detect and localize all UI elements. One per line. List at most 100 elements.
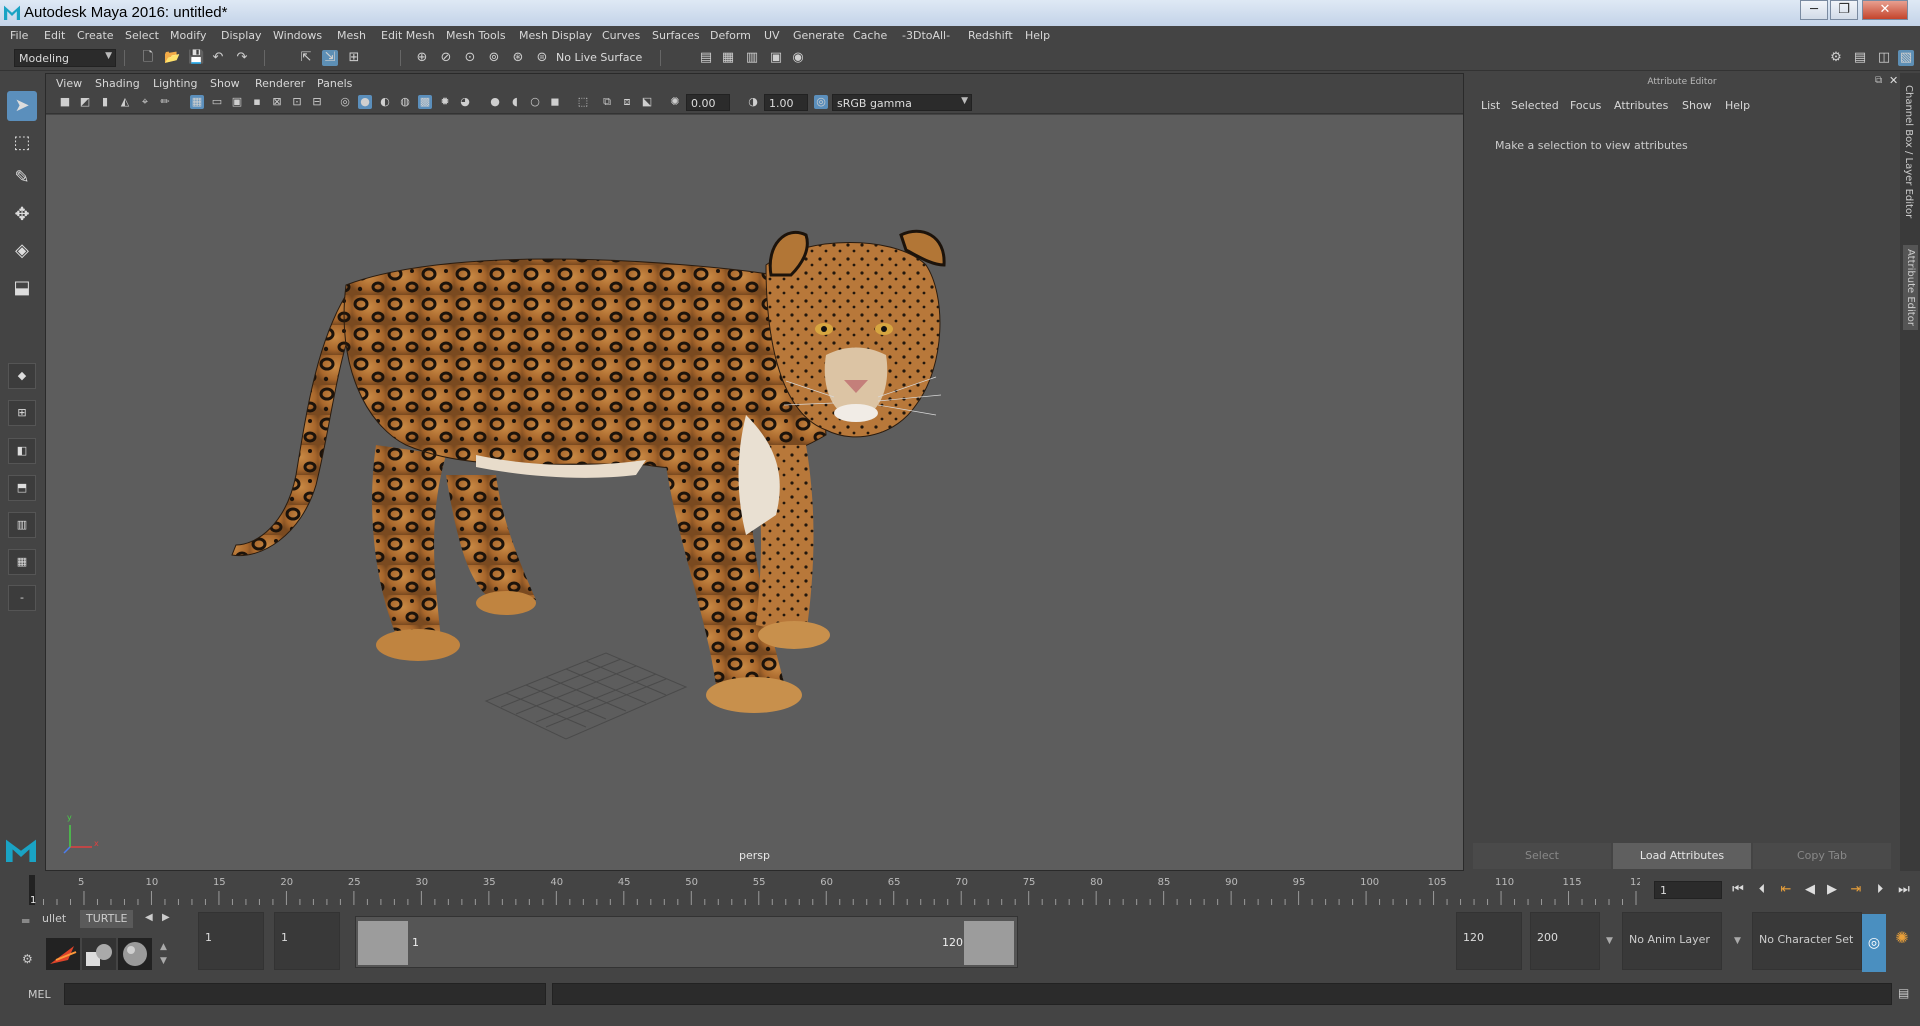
attr-menu-attributes[interactable]: Attributes — [1614, 99, 1668, 112]
attr-menu-list[interactable]: List — [1481, 99, 1500, 112]
menu-windows[interactable]: Windows — [273, 29, 322, 42]
tool-settings-icon[interactable]: ◫ — [1876, 50, 1892, 66]
backface-culling-icon[interactable]: ⬕ — [640, 95, 654, 109]
channel-box-toggle-icon[interactable]: ▧ — [1898, 50, 1914, 66]
select-hierarchy-icon[interactable]: ⇱ — [298, 50, 314, 66]
auto-key-icon[interactable]: ◎ — [1862, 914, 1886, 972]
menu-deform[interactable]: Deform — [710, 29, 751, 42]
ambient-occlusion-icon[interactable]: ● — [488, 95, 502, 109]
panel-menu-show[interactable]: Show — [210, 77, 240, 90]
panel-menu-panels[interactable]: Panels — [317, 77, 352, 90]
float-panel-icon[interactable]: ⧉ — [1875, 75, 1882, 86]
modeling-toolkit-icon[interactable]: ⚙ — [1828, 50, 1844, 66]
depth-of-field-icon[interactable]: ◼ — [548, 95, 562, 109]
gate-mask-icon[interactable]: ▪ — [250, 95, 264, 109]
panel-menu-lighting[interactable]: Lighting — [153, 77, 197, 90]
undo-icon[interactable]: ↶ — [210, 50, 226, 66]
xray-icon[interactable]: ◍ — [398, 95, 412, 109]
multisample-aa-icon[interactable]: ○ — [528, 95, 542, 109]
time-slider[interactable]: 5 10 15 20 25 30 35 40 45 50 55 60 65 70 75 80 85 90 95 100… — [28, 873, 1640, 905]
chevron-down-icon[interactable]: ▼ — [1734, 936, 1741, 946]
attr-menu-selected[interactable]: Selected — [1511, 99, 1559, 112]
paint-select-tool-icon[interactable]: ✎ — [7, 163, 37, 193]
scale-tool-icon[interactable]: ⬓ — [7, 273, 37, 303]
menu-mesh-display[interactable]: Mesh Display — [519, 29, 592, 42]
hypershade-icon[interactable]: ◉ — [790, 50, 806, 66]
menu-file[interactable]: File — [10, 29, 28, 42]
bookmark-icon[interactable]: ▮ — [98, 95, 112, 109]
grid-toggle-icon[interactable]: ▦ — [190, 95, 204, 109]
shelf-scroll-right-icon[interactable]: ▶ — [162, 912, 170, 923]
single-view-layout-icon[interactable]: ◆ — [8, 363, 36, 389]
snap-view-plane-icon[interactable]: ⊚ — [486, 50, 502, 66]
shelf-tab-bullet[interactable]: ullet — [36, 910, 72, 928]
range-slider[interactable]: 1 120 — [355, 916, 1018, 968]
panel-menu-shading[interactable]: Shading — [95, 77, 140, 90]
menu-surfaces[interactable]: Surfaces — [652, 29, 700, 42]
render-view-icon[interactable]: ▤ — [698, 50, 714, 66]
menu-mesh[interactable]: Mesh — [337, 29, 366, 42]
attribute-editor-tab[interactable]: Attribute Editor — [1903, 245, 1918, 330]
image-plane-icon[interactable]: ◭ — [118, 95, 132, 109]
menu-create[interactable]: Create — [77, 29, 114, 42]
turtle-render-icon[interactable] — [46, 938, 80, 970]
open-scene-icon[interactable]: 📂 — [164, 50, 180, 66]
perspective-viewport[interactable]: y x persp — [46, 115, 1463, 870]
view-transform-dropdown[interactable]: sRGB gamma ▼ — [832, 94, 972, 111]
ipr-render-icon[interactable]: ▥ — [744, 50, 760, 66]
turtle-sphere-icon[interactable] — [118, 938, 152, 970]
play-forwards-icon[interactable]: ▶ — [1822, 880, 1842, 900]
move-tool-icon[interactable]: ✥ — [7, 200, 37, 230]
snap-live-icon[interactable]: ⊛ — [510, 50, 526, 66]
character-set-field[interactable]: No Character Set — [1752, 912, 1862, 970]
turtle-bake-icon[interactable] — [82, 938, 116, 970]
snap-point-icon[interactable]: ⊙ — [462, 50, 478, 66]
field-chart-icon[interactable]: ⊠ — [270, 95, 284, 109]
script-editor-icon[interactable]: ▤ — [1898, 986, 1909, 1000]
film-gate-icon[interactable]: ▭ — [210, 95, 224, 109]
command-input[interactable] — [64, 983, 546, 1005]
go-to-end-icon[interactable]: ⏭ — [1894, 880, 1914, 900]
menu-edit-mesh[interactable]: Edit Mesh — [381, 29, 435, 42]
exposure-icon[interactable]: ✺ — [668, 95, 682, 109]
go-to-start-icon[interactable]: ⏮ — [1728, 880, 1748, 900]
new-scene-icon[interactable]: 🗋 — [140, 50, 156, 66]
menu-edit[interactable]: Edit — [44, 29, 65, 42]
range-start-handle[interactable] — [358, 921, 408, 965]
step-forward-frame-icon[interactable]: ⏵ — [1870, 880, 1890, 900]
step-back-frame-icon[interactable]: ⏴ — [1752, 880, 1772, 900]
menu-help[interactable]: Help — [1025, 29, 1050, 42]
persp-outliner-layout-icon[interactable]: ◧ — [8, 438, 36, 464]
color-management-icon[interactable]: ◎ — [814, 95, 828, 109]
safe-title-icon[interactable]: ⊟ — [310, 95, 324, 109]
camera-attributes-icon[interactable]: ◩ — [78, 95, 92, 109]
load-attributes-button[interactable]: Load Attributes — [1613, 843, 1751, 869]
playback-end-field[interactable]: 120 — [1456, 912, 1522, 970]
current-frame-field[interactable]: 1 — [1654, 881, 1722, 899]
playback-start-field[interactable]: 1 — [274, 912, 340, 970]
persp-graph-layout-icon[interactable]: ⬒ — [8, 475, 36, 501]
exposure-field[interactable]: 0.00 — [686, 94, 730, 111]
camera-select-icon[interactable]: ■ — [58, 95, 72, 109]
close-button[interactable]: ✕ — [1862, 0, 1908, 20]
maximize-button[interactable]: ❐ — [1830, 0, 1858, 20]
select-button[interactable]: Select — [1473, 843, 1611, 869]
panel-menu-view[interactable]: View — [56, 77, 82, 90]
redo-icon[interactable]: ↷ — [234, 50, 250, 66]
step-back-key-icon[interactable]: ⇤ — [1776, 880, 1796, 900]
menu-cache[interactable]: Cache — [853, 29, 887, 42]
attr-menu-show[interactable]: Show — [1682, 99, 1712, 112]
resolution-gate-icon[interactable]: ▣ — [230, 95, 244, 109]
animation-preferences-icon[interactable]: ✺ — [1890, 928, 1914, 952]
menu-uv[interactable]: UV — [764, 29, 780, 42]
gamma-icon[interactable]: ◑ — [746, 95, 760, 109]
play-backwards-icon[interactable]: ◀ — [1800, 880, 1820, 900]
wireframe-icon[interactable]: ◎ — [338, 95, 352, 109]
select-tool-icon[interactable]: ➤ — [7, 91, 37, 121]
safe-action-icon[interactable]: ⊡ — [290, 95, 304, 109]
maya-home-logo-icon[interactable] — [6, 839, 36, 862]
menu-select[interactable]: Select — [125, 29, 159, 42]
xray-joints-icon[interactable]: ⧉ — [600, 95, 614, 109]
attr-menu-help[interactable]: Help — [1725, 99, 1750, 112]
smooth-shade-icon[interactable]: ● — [358, 95, 372, 109]
